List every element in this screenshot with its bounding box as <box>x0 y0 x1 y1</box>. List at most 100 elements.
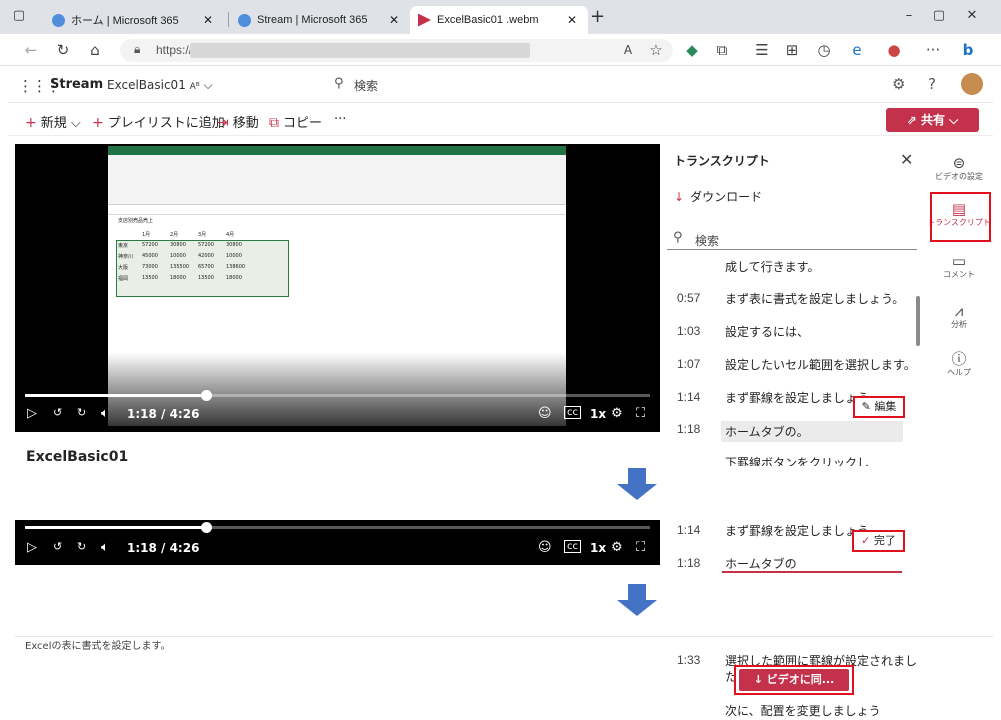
address-bar[interactable]: 🔒︎ https:// <box>120 39 673 62</box>
transcript-line-partial[interactable]: 成して行きます。 <box>667 256 917 276</box>
tab-home[interactable]: ホーム | Microsoft 365 ✕ <box>44 6 224 34</box>
more-icon[interactable]: ··· <box>922 40 944 60</box>
share-button[interactable]: ⇗ 共有 ⌵ <box>886 108 979 132</box>
more-commands-button[interactable]: ··· <box>334 112 346 127</box>
collections-icon[interactable]: ⊞ <box>781 40 803 60</box>
bing-icon[interactable]: b <box>957 40 979 60</box>
close-icon[interactable]: ✕ <box>564 13 580 27</box>
excel-cell: 神奈川 <box>118 254 134 260</box>
copy-icon: ⧉ <box>269 115 279 131</box>
transcript-timestamp[interactable]: 1:18 <box>677 422 700 436</box>
play-icon[interactable]: ▷ <box>27 406 37 421</box>
profile-icon[interactable]: ● <box>883 40 905 60</box>
seek-bar[interactable] <box>25 390 650 401</box>
new-tab-icon[interactable]: + <box>590 8 605 26</box>
history-icon[interactable]: ◷ <box>813 40 835 60</box>
time-display: 1:18 / 4:26 <box>127 407 200 421</box>
transcript-timestamp[interactable]: 1:14 <box>677 390 700 404</box>
transcript-line-partial[interactable]: 下罫線ボタンをクリックし <box>667 452 917 466</box>
play-icon[interactable]: ▷ <box>27 540 37 555</box>
app-name[interactable]: Stream <box>50 77 103 92</box>
volume-icon[interactable]: 🔈︎ <box>101 406 109 421</box>
maximize-icon[interactable]: ▢ <box>930 8 948 24</box>
rewind-10-icon[interactable]: ↺ <box>53 406 62 419</box>
favorites-icon[interactable]: ☆ <box>645 40 667 60</box>
back-icon[interactable]: ← <box>20 40 42 60</box>
transcript-timestamp[interactable]: 0:57 <box>677 291 700 305</box>
seek-handle[interactable] <box>201 522 213 533</box>
minimize-icon[interactable]: – <box>900 8 918 24</box>
done-button[interactable]: ✓ 完了 <box>852 530 905 552</box>
edit-button[interactable]: ✎ 編集 <box>853 396 905 418</box>
people-icon[interactable]: ☺ <box>538 540 552 555</box>
fullscreen-icon[interactable]: ⛶ <box>636 540 645 555</box>
rail-analytics[interactable]: ⩘ 分析 <box>926 302 992 330</box>
window-close-icon[interactable]: ✕ <box>963 8 981 24</box>
home-icon[interactable]: ⌂ <box>84 40 106 60</box>
seek-bar[interactable] <box>25 522 650 533</box>
forward-10-icon[interactable]: ↻ <box>77 540 86 553</box>
favorites-bar-icon[interactable]: ☰ <box>751 40 773 60</box>
transcript-timestamp[interactable]: 1:14 <box>677 523 700 537</box>
video-player[interactable]: 支店別売品売上 1月 2月 3月 4月 東京 57200 30800 57200 30800 神奈川… <box>15 144 660 432</box>
done-label: 完了 <box>873 534 896 547</box>
transcript-edit-underline <box>722 553 902 573</box>
close-icon[interactable]: ✕ <box>900 150 913 169</box>
rewind-10-icon[interactable]: ↺ <box>53 540 62 553</box>
transcript-scrollbar[interactable] <box>916 296 920 346</box>
excel-cell: 4月 <box>226 232 235 238</box>
transcript-line-partial[interactable]: 次に、配置を変更しましょう <box>667 700 917 720</box>
read-aloud-icon[interactable]: A <box>617 40 639 60</box>
transcript-line[interactable]: 1:07 設定したいセル範囲を選択します。 <box>667 354 917 374</box>
transcript-timestamp[interactable]: 1:03 <box>677 324 700 338</box>
excel-cell: 42000 <box>198 253 214 259</box>
settings-icon[interactable]: ⚙ <box>892 75 905 93</box>
close-icon[interactable]: ✕ <box>200 13 216 27</box>
copilot-icon[interactable]: ◆ <box>681 40 703 60</box>
excel-cell: 2月 <box>170 232 179 238</box>
rail-help[interactable]: ⓘ ヘルプ <box>926 350 992 378</box>
transcript-line[interactable]: 0:57 まず表に書式を設定しましょう。 <box>667 288 917 308</box>
help-icon[interactable]: ? <box>928 75 936 93</box>
search-input[interactable]: ⚲ 検索 <box>326 74 678 96</box>
rail-video-settings[interactable]: ⊜ ビデオの設定 <box>926 154 992 182</box>
new-label: 新規 <box>40 116 67 131</box>
tab-video[interactable]: ExcelBasic01 .webm ✕ <box>410 6 588 34</box>
download-button[interactable]: ↓ ダウンロード <box>674 188 762 205</box>
volume-icon[interactable]: 🔈︎ <box>101 540 109 555</box>
video-settings-icon[interactable]: ⚙ <box>611 406 623 421</box>
people-icon[interactable]: ☺ <box>538 406 552 421</box>
tab-actions-icon[interactable]: ▢ <box>10 8 28 24</box>
fullscreen-icon[interactable]: ⛶ <box>636 406 645 421</box>
move-button[interactable]: ⇥ 移動 <box>217 112 259 131</box>
transcript-line[interactable]: 1:03 設定するには、 <box>667 321 917 341</box>
playback-speed-button[interactable]: 1x <box>590 407 606 421</box>
file-name[interactable]: ExcelBasic01 Aᴮ ⌵ <box>107 78 213 93</box>
refresh-icon[interactable]: ↻ <box>52 40 74 60</box>
go-to-video-button[interactable]: ↓ ビデオに同... <box>739 669 849 691</box>
add-to-playlist-button[interactable]: + プレイリストに追加 <box>92 112 225 131</box>
playback-speed-button[interactable]: 1x <box>590 541 606 555</box>
captions-icon[interactable]: cc <box>564 406 581 419</box>
transcript-timestamp[interactable]: 1:07 <box>677 357 700 371</box>
edge-icon[interactable]: e <box>846 40 868 60</box>
plus-icon: + <box>25 115 37 131</box>
transcript-timestamp[interactable]: 1:18 <box>677 556 700 570</box>
new-button[interactable]: + 新規 ⌵ <box>25 112 81 131</box>
extensions-icon[interactable]: ⧉ <box>711 40 733 60</box>
transcript-timestamp[interactable]: 1:33 <box>677 653 700 667</box>
tab-stream[interactable]: Stream | Microsoft 365 ✕ <box>230 6 410 34</box>
copy-button[interactable]: ⧉ コピー <box>269 112 322 131</box>
video-title: ExcelBasic01 <box>26 449 129 465</box>
transcript-search-input[interactable]: ⚲ 検索 <box>667 228 917 250</box>
video-settings-icon[interactable]: ⚙ <box>611 540 623 555</box>
captions-icon[interactable]: cc <box>564 540 581 553</box>
excel-cell: 73000 <box>142 264 158 270</box>
forward-10-icon[interactable]: ↻ <box>77 406 86 419</box>
rail-comments[interactable]: ▭ コメント <box>926 252 992 280</box>
video-player-step2[interactable]: ▷ ↺ ↻ 🔈︎ 1:18 / 4:26 ☺ cc 1x ⚙ ⛶ <box>15 520 660 565</box>
transcript-line-current[interactable]: 1:18 ホームタブの。 <box>667 419 917 442</box>
close-icon[interactable]: ✕ <box>386 13 402 27</box>
edit-label: 編集 <box>874 400 897 413</box>
avatar[interactable] <box>961 73 983 95</box>
